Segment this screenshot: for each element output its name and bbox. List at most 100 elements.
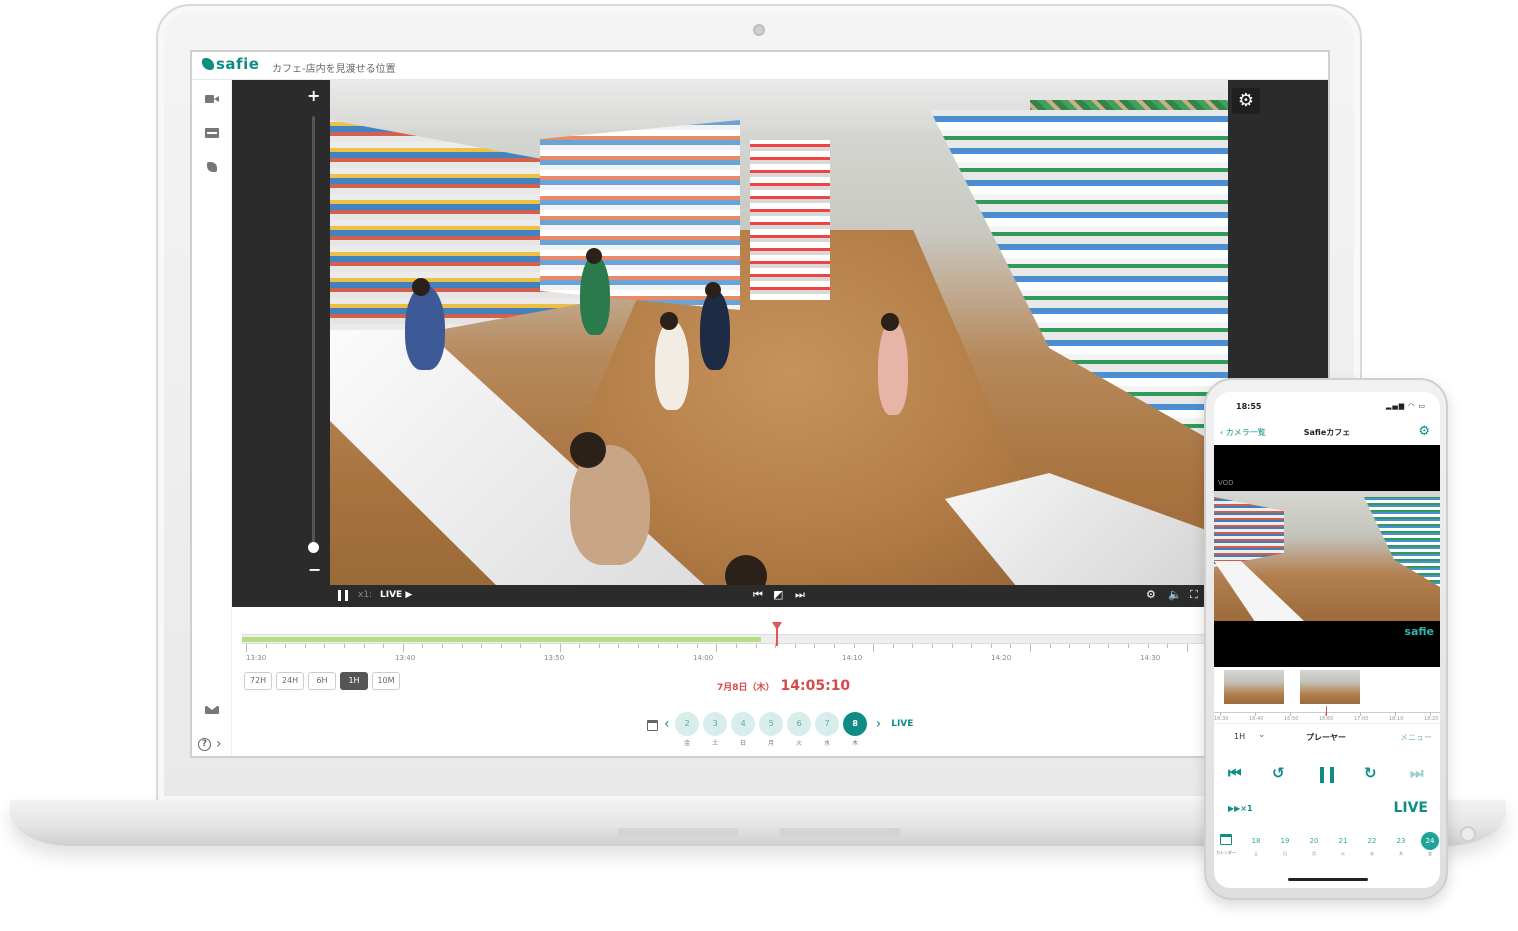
prev-icon[interactable]: ⏮ [753, 588, 763, 602]
live-button[interactable]: LIVE [1393, 800, 1428, 816]
timeline-label: 13:50 [544, 654, 565, 662]
phone-day-button[interactable]: 24 金 [1420, 832, 1440, 857]
gear-icon[interactable]: ⚙ [1418, 424, 1430, 439]
range-button-72h[interactable]: 72H [244, 672, 272, 690]
timeline-tick [736, 644, 737, 648]
recording-timeline[interactable]: 13:30 13:40 13:50 14:00 14:10 14:20 14:30 [242, 622, 1204, 666]
base-notch [780, 828, 900, 837]
film-icon[interactable] [205, 128, 219, 138]
phone-day-button[interactable]: 19 日 [1275, 832, 1295, 857]
day-weekday: 日 [740, 740, 747, 747]
tab-player[interactable]: プレーヤー [1306, 732, 1346, 743]
webcam [753, 24, 765, 36]
day-button[interactable]: 8木 [842, 712, 869, 747]
live-button[interactable]: LIVE ▶ [380, 590, 412, 600]
zoom-slider[interactable] [312, 116, 315, 548]
playhead-marker[interactable] [771, 622, 782, 646]
next-icon[interactable]: ⏭ [1410, 764, 1424, 782]
timeline-thumbnail[interactable] [1300, 670, 1360, 704]
rewind-15-icon[interactable]: ↺ [1272, 764, 1285, 782]
chevron-right-icon[interactable]: › [876, 716, 882, 732]
phone-day-button[interactable]: 23 木 [1391, 832, 1411, 857]
calendar-icon[interactable] [1220, 834, 1232, 845]
current-datetime: 7月8日（木） 14:05:10 [717, 675, 850, 694]
feed-person [405, 285, 445, 370]
day-button[interactable]: 7水 [814, 712, 841, 747]
snapshot-icon[interactable]: ◩ [773, 588, 783, 601]
timeline-label: 14:00 [693, 654, 714, 662]
day-button[interactable]: 4日 [730, 712, 757, 747]
tab-menu[interactable]: メニュー [1400, 732, 1432, 743]
feed-shelf [1364, 497, 1440, 587]
camera-icon[interactable] [205, 94, 219, 104]
video-control-bar: x1: LIVE ▶ ⏮ ◩ ⏭ ⚙ 🔈 ⛶ [232, 585, 1328, 607]
phone-day-button[interactable]: 21 火 [1333, 832, 1353, 857]
current-date: 7月8日（木） [717, 683, 775, 693]
chevron-down-icon[interactable]: ⌄ [1258, 730, 1266, 740]
phone-timeline[interactable]: 16:30 16:40 16:50 16:60 17:00 18:10 18:20 [1214, 670, 1440, 724]
camera-feed-image[interactable] [330, 80, 1228, 585]
pause-icon[interactable] [1320, 767, 1334, 783]
timeline-tick [500, 644, 502, 648]
playhead-marker[interactable] [1326, 706, 1327, 716]
day-weekday: 水 [1370, 851, 1374, 856]
forward-15-icon[interactable]: ↻ [1364, 764, 1377, 782]
safie-logo[interactable]: safie [202, 55, 259, 73]
day-button[interactable]: 3土 [702, 712, 729, 747]
timeline-tick [598, 644, 600, 648]
timeline-tick [1128, 644, 1129, 648]
mail-icon[interactable] [205, 706, 219, 714]
phone-day-button[interactable]: 18 土 [1246, 832, 1266, 857]
day-button[interactable]: 5月 [758, 712, 785, 747]
timeline-tick [892, 644, 894, 648]
settings-button[interactable]: ⚙ [1232, 88, 1260, 114]
pause-icon[interactable] [338, 590, 348, 601]
calendar-icon[interactable] [647, 720, 658, 731]
timeline-tick [990, 644, 992, 648]
timeline-tick [696, 644, 698, 648]
day-weekday: 月 [768, 740, 775, 747]
volume-icon[interactable]: 🔈 [1168, 588, 1182, 601]
base-notch [618, 828, 738, 837]
video-player: + − ⚙ x1: LIVE ▶ ⏮ ◩ ⏭ ⚙ 🔈 ⛶ [232, 80, 1328, 607]
speed-button[interactable]: ▶▶×1 [1228, 804, 1253, 813]
range-button-24h[interactable]: 24H [276, 672, 304, 690]
timeline-tick [1030, 644, 1031, 652]
phone-day-button[interactable]: 22 水 [1362, 832, 1382, 857]
range-button-10m[interactable]: 10M [372, 672, 400, 690]
phone-day-button[interactable]: 20 月 [1304, 832, 1324, 857]
speed-label[interactable]: x1: [358, 590, 372, 600]
status-bar: 18:55 ▂▄▆ ◠ ▭ [1214, 392, 1440, 412]
timeline-tick [1147, 644, 1149, 648]
day-weekday: 金 [1428, 851, 1432, 856]
phone-camera-feed-image[interactable] [1214, 491, 1440, 621]
prev-icon[interactable]: ⏮ [1228, 764, 1242, 782]
gear-icon[interactable]: ⚙ [1146, 588, 1156, 601]
timeline-thumbnail[interactable] [1224, 670, 1284, 704]
live-link[interactable]: LIVE [891, 719, 913, 729]
chevron-left-icon[interactable]: ‹ [664, 716, 670, 732]
timeline-tick [402, 644, 404, 652]
range-button-6h[interactable]: 6H [308, 672, 336, 690]
next-icon[interactable]: ⏭ [795, 588, 805, 602]
vod-label: VOD [1218, 479, 1234, 487]
help-icon[interactable]: ? [198, 738, 211, 751]
day-button[interactable]: 2金 [674, 712, 701, 747]
chevron-right-icon[interactable]: › [216, 736, 222, 752]
range-selector[interactable]: 1H [1234, 732, 1245, 741]
timeline-tick [951, 644, 953, 648]
badge-icon[interactable] [207, 162, 217, 172]
day-button[interactable]: 6火 [786, 712, 813, 747]
feed-person-head [881, 313, 899, 331]
fullscreen-icon[interactable]: ⛶ [1190, 588, 1198, 602]
day-weekday: 土 [1254, 851, 1258, 856]
zoom-slider-handle[interactable] [308, 542, 319, 553]
zoom-out-button[interactable]: − [308, 560, 321, 579]
timeline-tick [932, 644, 933, 648]
range-button-1h[interactable]: 1H [340, 672, 368, 690]
recorded-segment [242, 637, 762, 642]
feed-person-head [570, 432, 606, 468]
zoom-in-button[interactable]: + [307, 86, 320, 105]
camera-title: カフェ-店内を見渡せる位置 [272, 64, 396, 75]
phone-video[interactable]: VOD safie [1214, 445, 1440, 667]
